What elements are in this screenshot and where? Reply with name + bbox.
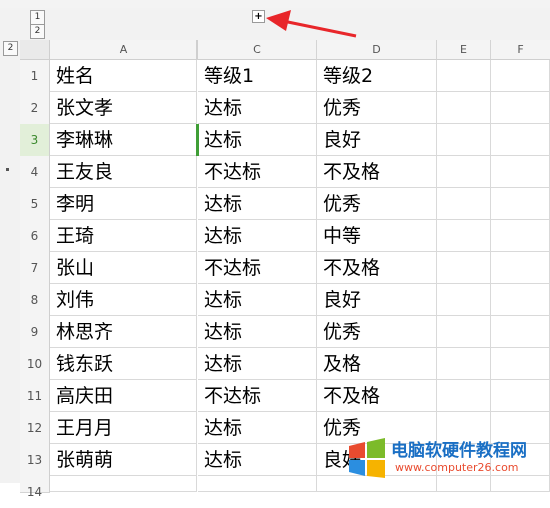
windows-logo-icon <box>349 438 385 478</box>
watermark-logo: 电脑软硬件教程网 www.computer26.com <box>345 436 550 480</box>
annotation-arrow <box>266 10 357 38</box>
watermark-title: 电脑软硬件教程网 <box>391 441 527 461</box>
watermark-url: www.computer26.com <box>395 461 519 474</box>
